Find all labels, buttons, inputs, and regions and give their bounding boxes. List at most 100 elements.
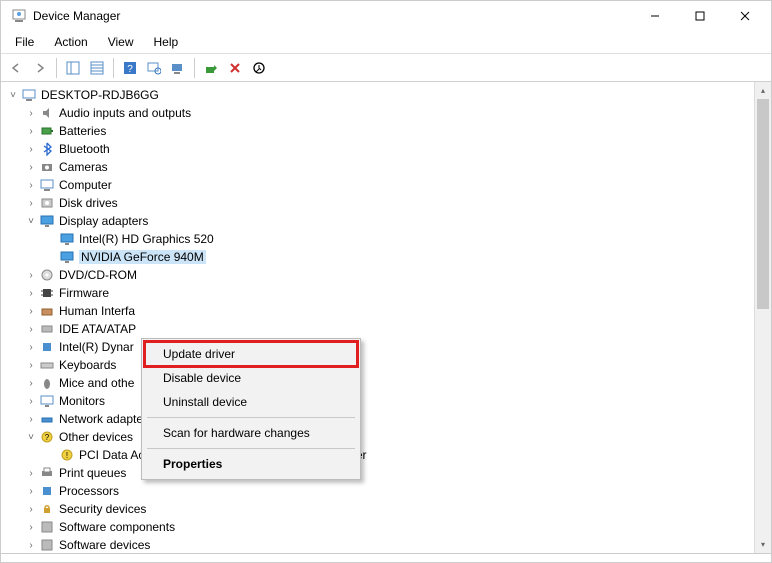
expander-icon[interactable]: › [23,105,39,121]
update-driver-toolbar-button[interactable] [167,57,189,79]
expander-icon[interactable]: › [23,375,39,391]
tree-item-display-intel[interactable]: Intel(R) HD Graphics 520 [3,230,769,248]
forward-button[interactable] [29,57,51,79]
tree-item-hid[interactable]: › Human Interfa [3,302,769,320]
tree-label: Human Interfa [59,304,135,318]
context-menu: Update driver Disable device Uninstall d… [141,338,361,480]
device-tree[interactable]: ˅ DESKTOP-RDJB6GG › Audio inputs and out… [1,82,771,553]
tree-item-monitors[interactable]: › Monitors [3,392,769,410]
computer-icon [21,87,37,103]
expander-icon[interactable]: ˅ [23,213,39,229]
expander-spacer [43,447,59,463]
tree-item-print[interactable]: › Print queues [3,464,769,482]
tree-item-audio[interactable]: › Audio inputs and outputs [3,104,769,122]
display-icon [39,213,55,229]
tree-item-cameras[interactable]: › Cameras [3,158,769,176]
window-title: Device Manager [33,9,632,23]
minimize-button[interactable] [632,1,677,31]
ctx-uninstall-device[interactable]: Uninstall device [145,390,357,414]
scroll-track[interactable] [755,99,771,536]
toolbar-separator [194,58,195,78]
tree-item-bluetooth[interactable]: › Bluetooth [3,140,769,158]
expander-spacer [43,231,59,247]
tree-item-mice[interactable]: › Mice and othe [3,374,769,392]
toolbar-separator [113,58,114,78]
menu-bar: File Action View Help [1,31,771,54]
tree-item-batteries[interactable]: › Batteries [3,122,769,140]
expander-icon[interactable]: › [23,141,39,157]
expander-icon[interactable]: › [23,123,39,139]
expander-icon[interactable]: › [23,483,39,499]
window-controls [632,1,767,31]
expander-icon[interactable]: ˅ [5,87,21,103]
tree-item-dvd[interactable]: › DVD/CD-ROM [3,266,769,284]
tree-label: Monitors [59,394,105,408]
tree-item-display[interactable]: ˅ Display adapters [3,212,769,230]
ctx-disable-device[interactable]: Disable device [145,366,357,390]
tree-item-other-pci[interactable]: ! PCI Data Acquisition and Signal Proces… [3,446,769,464]
expander-icon[interactable]: › [23,339,39,355]
tree-label: NVIDIA GeForce 940M [79,250,206,264]
tree-item-ide[interactable]: › IDE ATA/ATAP [3,320,769,338]
printer-icon [39,465,55,481]
ctx-properties[interactable]: Properties [145,452,357,476]
tree-label: Bluetooth [59,142,110,156]
tree-item-intel-dyn[interactable]: › Intel(R) Dynar [3,338,769,356]
expander-icon[interactable]: › [23,267,39,283]
menu-action[interactable]: Action [46,33,95,51]
tree-item-keyboards[interactable]: › Keyboards [3,356,769,374]
tree-item-disk[interactable]: › Disk drives [3,194,769,212]
expander-icon[interactable]: › [23,177,39,193]
scroll-down-icon[interactable]: ▾ [755,536,771,553]
expander-icon[interactable]: › [23,465,39,481]
enable-device-button[interactable] [200,57,222,79]
display-icon [59,249,75,265]
tree-item-security[interactable]: › Security devices [3,500,769,518]
ctx-separator [147,417,355,418]
ctx-update-driver[interactable]: Update driver [145,342,357,366]
scan-hardware-button[interactable] [143,57,165,79]
show-hide-tree-button[interactable] [62,57,84,79]
tree-root[interactable]: ˅ DESKTOP-RDJB6GG [3,86,769,104]
tree-item-network[interactable]: › Network adapters [3,410,769,428]
maximize-button[interactable] [677,1,722,31]
tree-item-display-nvidia[interactable]: NVIDIA GeForce 940M [3,248,769,266]
expander-icon[interactable]: › [23,285,39,301]
close-button[interactable] [722,1,767,31]
menu-view[interactable]: View [100,33,142,51]
tree-label: Software components [59,520,175,534]
status-bar [1,553,771,563]
tree-label: Audio inputs and outputs [59,106,191,120]
expander-icon[interactable]: › [23,357,39,373]
tree-item-processors[interactable]: › Processors [3,482,769,500]
expander-icon[interactable]: › [23,321,39,337]
expander-icon[interactable]: › [23,195,39,211]
scroll-up-icon[interactable]: ▴ [755,82,771,99]
disable-button[interactable] [248,57,270,79]
expander-icon[interactable]: › [23,519,39,535]
expander-icon[interactable]: › [23,303,39,319]
ctx-separator [147,448,355,449]
expander-icon[interactable]: › [23,501,39,517]
tree-item-other[interactable]: ˅ ? Other devices [3,428,769,446]
scroll-thumb[interactable] [757,99,769,309]
menu-help[interactable]: Help [146,33,187,51]
expander-icon[interactable]: › [23,537,39,553]
back-button[interactable] [5,57,27,79]
other-icon: ? [39,429,55,445]
expander-icon[interactable]: › [23,159,39,175]
tree-item-swcomp[interactable]: › Software components [3,518,769,536]
help-button[interactable]: ? [119,57,141,79]
tree-item-swdev[interactable]: › Software devices [3,536,769,553]
ctx-scan-hardware[interactable]: Scan for hardware changes [145,421,357,445]
expander-icon[interactable]: › [23,393,39,409]
tree-item-firmware[interactable]: › Firmware [3,284,769,302]
vertical-scrollbar[interactable]: ▴ ▾ [754,82,771,553]
menu-file[interactable]: File [7,33,42,51]
tree-item-computer[interactable]: › Computer [3,176,769,194]
uninstall-button[interactable] [224,57,246,79]
properties-toolbar-button[interactable] [86,57,108,79]
expander-icon[interactable]: › [23,411,39,427]
tree-label: Software devices [59,538,150,552]
expander-icon[interactable]: ˅ [23,429,39,445]
